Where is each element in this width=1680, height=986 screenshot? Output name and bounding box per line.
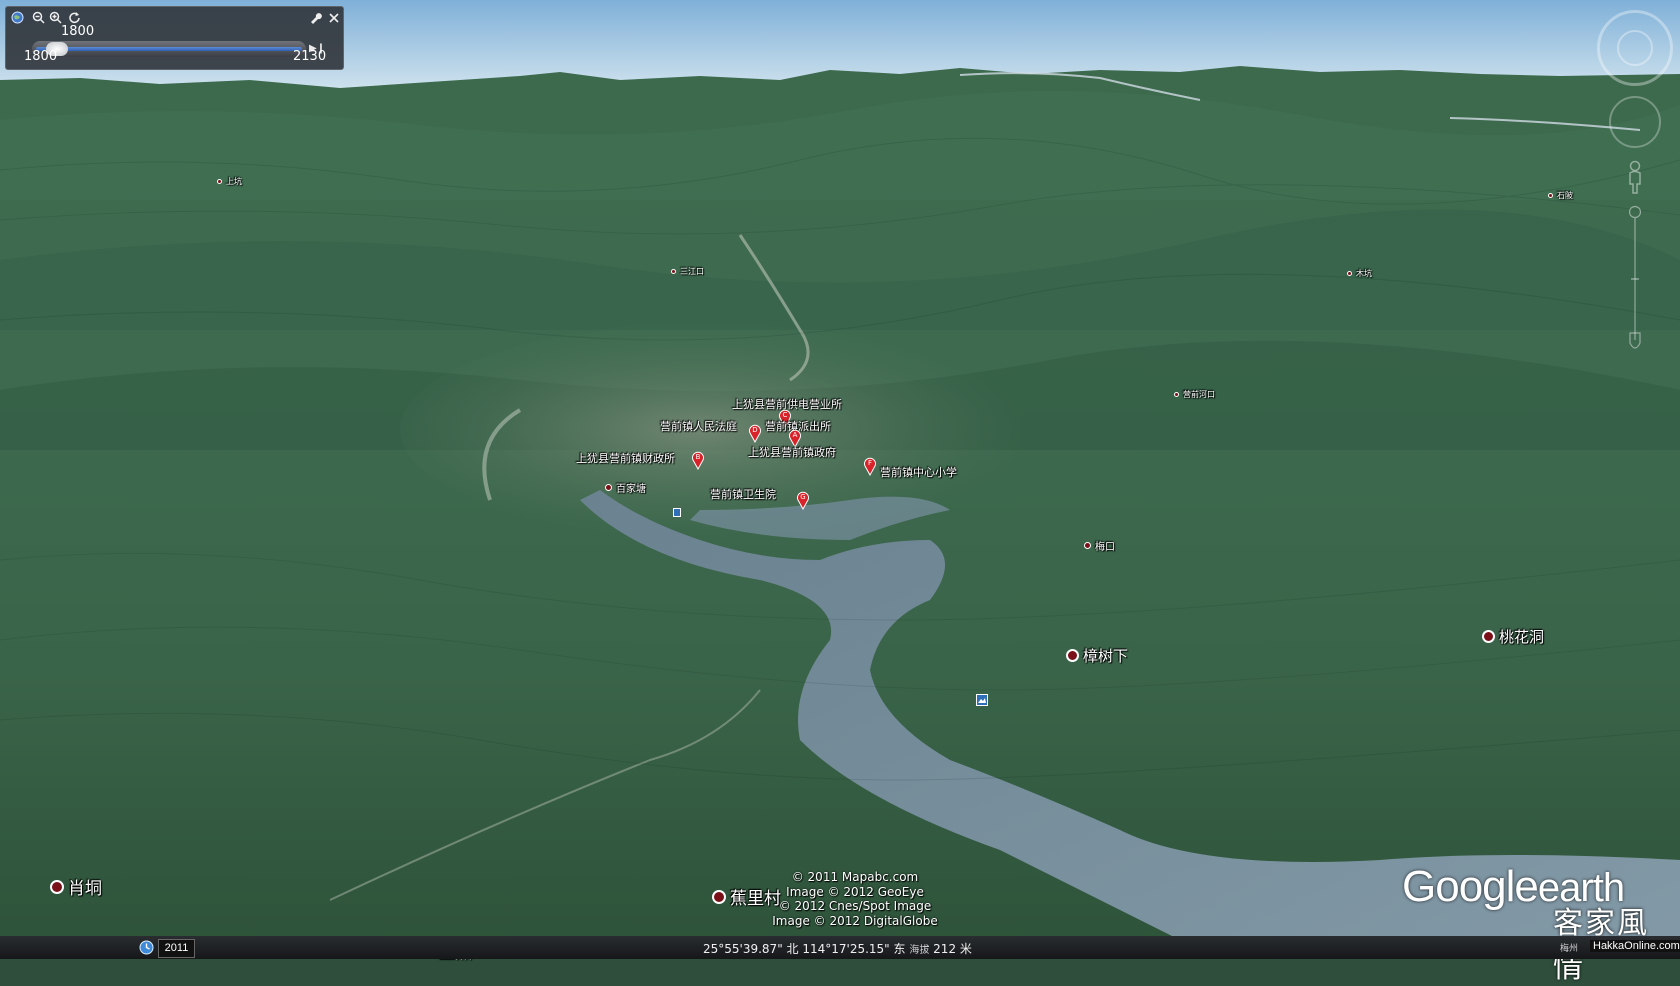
small-photo-icon[interactable] [673, 508, 681, 517]
place-marker-icon [1482, 630, 1495, 643]
place-label-yingqian-hekou[interactable]: 营前河口 [1174, 389, 1215, 400]
place-label-taohuadong[interactable]: 桃花洞 [1482, 626, 1544, 647]
credit-line: © 2012 Cnes/Spot Image [778, 899, 932, 913]
place-marker-icon [1174, 392, 1179, 397]
pin-b-icon[interactable]: B [691, 450, 705, 470]
photo-icon[interactable] [976, 694, 988, 706]
place-marker-icon [671, 269, 676, 274]
start-year-label: 1800 [24, 49, 58, 64]
place-label-zhangshuxia[interactable]: 樟树下 [1066, 645, 1128, 666]
terrain-imagery[interactable] [0, 0, 1680, 959]
time-slider-range [36, 47, 302, 51]
navigation-compass-ring[interactable] [1597, 10, 1673, 86]
pin-letter: B [696, 453, 701, 461]
pin-g-icon[interactable]: G [796, 490, 810, 510]
imagery-year-button[interactable]: 2011 [158, 939, 195, 958]
poi-label-g[interactable]: 营前镇卫生院 [710, 486, 776, 502]
credit-line: Image © 2012 GeoEye [786, 884, 924, 899]
place-marker-icon [712, 889, 726, 904]
pin-letter: F [868, 459, 872, 467]
place-label-far-4[interactable]: 上坑 [217, 176, 242, 187]
wrench-icon[interactable] [308, 10, 323, 25]
pin-letter: G [800, 493, 805, 501]
place-marker-icon [1084, 542, 1091, 549]
look-joystick[interactable] [1609, 96, 1661, 148]
end-year-label: 2130 [293, 49, 327, 64]
status-bar: 2011 25°55'39.87" 北 114°17'25.15" 东 海拔 2… [0, 936, 1680, 959]
place-marker-icon [1347, 271, 1352, 276]
place-marker-icon [217, 179, 222, 184]
watermark-prefix: 梅州 [1560, 944, 1579, 954]
place-label-far-1[interactable]: 三江口 [671, 266, 704, 277]
poi-label-f[interactable]: 营前镇中心小学 [880, 464, 957, 480]
poi-label-d[interactable]: 营前镇人民法庭 [660, 418, 737, 434]
coordinates-text: 25°55'39.87" 北 114°17'25.15" 东 [703, 942, 906, 956]
compass-center[interactable] [1617, 30, 1653, 66]
zoom-in-icon[interactable] [48, 10, 63, 25]
place-marker-icon [1548, 193, 1553, 198]
place-label-meikou[interactable]: 梅口 [1084, 538, 1115, 553]
map-viewport[interactable]: 1800 ▶❙ 1800 2130 肖垌 蕉里村 上蕉 樟树下 桃花洞 [0, 0, 1680, 985]
poi-label-b[interactable]: 上犹县营前镇财政所 [576, 450, 675, 466]
credit-line: © 2011 Mapabc.com [791, 870, 919, 884]
pin-f-icon[interactable]: F [863, 456, 877, 476]
coordinates-readout: 25°55'39.87" 北 114°17'25.15" 东 海拔 212 米 [703, 940, 972, 957]
reset-icon[interactable] [67, 10, 82, 25]
pin-letter: D [752, 426, 757, 434]
credit-line: Image © 2012 DigitalGlobe [772, 913, 938, 928]
clock-icon[interactable] [139, 940, 154, 955]
pin-letter: A [793, 431, 798, 439]
place-marker-icon [50, 879, 64, 894]
place-label-xiaoyin[interactable]: 肖垌 [50, 874, 102, 899]
elevation-value: 212 米 [933, 942, 972, 956]
place-label-far-2[interactable]: 木坑 [1347, 268, 1372, 279]
imagery-credits: © 2011 Mapabc.com Image © 2012 GeoEye © … [760, 870, 950, 928]
close-icon[interactable] [326, 10, 341, 25]
current-year-label: 1800 [61, 24, 95, 39]
poi-label-e[interactable]: 上犹县营前镇政府 [748, 444, 836, 460]
globe-icon[interactable] [10, 10, 25, 25]
place-label-baijiatang[interactable]: 百家塘 [605, 480, 646, 495]
place-marker-icon [1066, 649, 1079, 662]
zoom-slider[interactable] [1629, 205, 1641, 355]
place-marker-icon [605, 484, 612, 491]
watermark-site: HakkaOnline.com [1590, 940, 1680, 952]
elevation-label: 海拔 [909, 945, 930, 956]
zoom-out-icon[interactable] [31, 10, 46, 25]
historical-imagery-panel: 1800 ▶❙ 1800 2130 [5, 6, 344, 70]
pegman-icon[interactable] [1627, 160, 1643, 194]
place-label-far-3[interactable]: 石陂 [1548, 190, 1573, 201]
pin-d-icon[interactable]: D [748, 423, 762, 443]
